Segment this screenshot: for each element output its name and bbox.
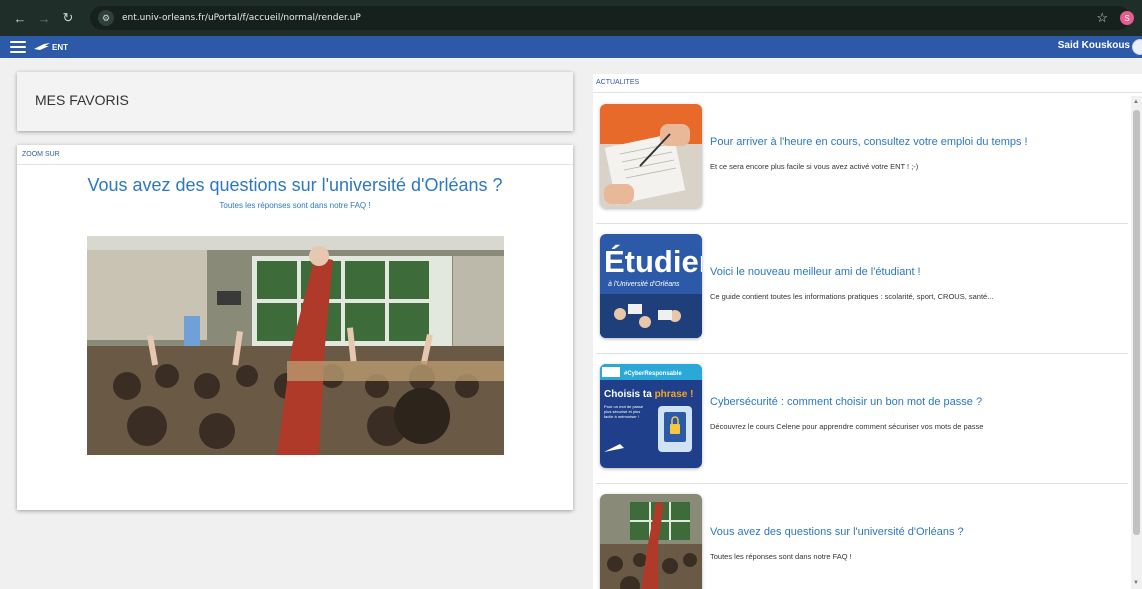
cyber-thumb-title-1: Choisis ta [604,389,652,400]
news-item[interactable]: Étudier à l'Université d'Orléans Voici l… [596,224,1128,354]
scroll-down-arrow-icon[interactable]: ▼ [1133,580,1139,586]
notebook-illustration [600,104,702,208]
user-name[interactable]: Said Kouskous [1058,40,1130,51]
cyber-thumb-title-2: phrase ! [655,389,694,400]
forward-arrow-icon[interactable]: → [34,11,54,26]
news-item[interactable]: #CyberResponsable Choisis ta phrase ! Po… [596,354,1128,484]
news-panel: ACTUALITES Pour arriver à l'heure en cou… [593,74,1142,589]
site-info-icon[interactable]: ⚙ [98,10,114,26]
app-header: ENT Said Kouskous [0,36,1142,58]
news-title[interactable]: Cybersécurité : comment choisir un bon m… [710,396,982,408]
news-thumbnail[interactable]: Étudier à l'Université d'Orléans [600,234,702,338]
cybersecurity-illustration: #CyberResponsable Choisis ta phrase ! Po… [600,364,702,468]
news-thumbnail[interactable] [600,104,702,208]
lecture-hall-photo[interactable] [87,236,504,455]
back-arrow-icon[interactable]: ← [10,11,30,26]
scroll-up-arrow-icon[interactable]: ▲ [1133,99,1139,105]
cyber-thumb-title: Choisis ta phrase ! [604,389,693,400]
news-title[interactable]: Voici le nouveau meilleur ami de l'étudi… [710,266,921,278]
zoom-subtitle[interactable]: Toutes les réponses sont dans notre FAQ … [17,201,573,210]
favorites-card: MES FAVORIS [17,72,573,131]
news-thumbnail[interactable]: #CyberResponsable Choisis ta phrase ! Po… [600,364,702,468]
zoom-header: ZOOM SUR [17,145,573,165]
news-scrollbar[interactable]: ▲ ▼ [1131,96,1142,589]
reload-icon[interactable]: ↻ [58,10,78,26]
news-description: Découvrez le cours Celene pour apprendre… [710,422,984,431]
lecture-hall-illustration [87,236,504,455]
user-avatar-icon[interactable] [1132,39,1142,55]
zoom-label: ZOOM SUR [22,151,60,158]
browser-profile-icon[interactable]: S [1120,11,1134,25]
bookmark-star-icon[interactable]: ☆ [1096,10,1108,26]
favorites-title: MES FAVORIS [35,92,129,108]
cyber-thumb-tag: #CyberResponsable [624,371,682,377]
zoom-card: ZOOM SUR Vous avez des questions sur l'u… [17,145,573,510]
news-item[interactable]: Vous avez des questions sur l'université… [596,484,1128,589]
news-description: Toutes les réponses sont dans notre FAQ … [710,552,852,561]
guide-thumb-title: Étudier [604,244,702,279]
news-label: ACTUALITES [596,79,640,86]
scrollbar-thumb[interactable] [1133,110,1140,535]
student-guide-illustration: Étudier à l'Université d'Orléans [600,234,702,338]
url-text[interactable]: ent.univ-orleans.fr/uPortal/f/accueil/no… [122,13,361,23]
browser-toolbar: ← → ↻ ⚙ ent.univ-orleans.fr/uPortal/f/ac… [0,0,1142,36]
news-description: Et ce sera encore plus facile si vous av… [710,162,919,171]
address-bar[interactable]: ⚙ ent.univ-orleans.fr/uPortal/f/accueil/… [90,6,1130,30]
cyber-thumb-body-wrapper: Pour un mot de passe plus sécurisé et pl… [604,404,644,419]
news-title[interactable]: Vous avez des questions sur l'université… [710,526,964,538]
guide-thumb-subtitle: à l'Université d'Orléans [608,281,680,288]
logo-mark-icon [34,43,50,50]
ent-logo[interactable]: ENT [34,43,68,52]
news-thumbnail[interactable] [600,494,702,589]
cyber-thumb-body: Pour un mot de passe plus sécurisé et pl… [604,404,644,419]
lecture-hall-thumb-illustration [600,494,702,589]
news-item[interactable]: Pour arriver à l'heure en cours, consult… [596,94,1128,224]
logo-text: ENT [52,42,68,52]
news-title[interactable]: Pour arriver à l'heure en cours, consult… [710,136,1028,148]
news-description: Ce guide contient toutes les information… [710,292,994,301]
news-header: ACTUALITES [593,74,1142,93]
hamburger-menu-icon[interactable] [10,41,26,53]
zoom-headline[interactable]: Vous avez des questions sur l'université… [17,175,573,196]
